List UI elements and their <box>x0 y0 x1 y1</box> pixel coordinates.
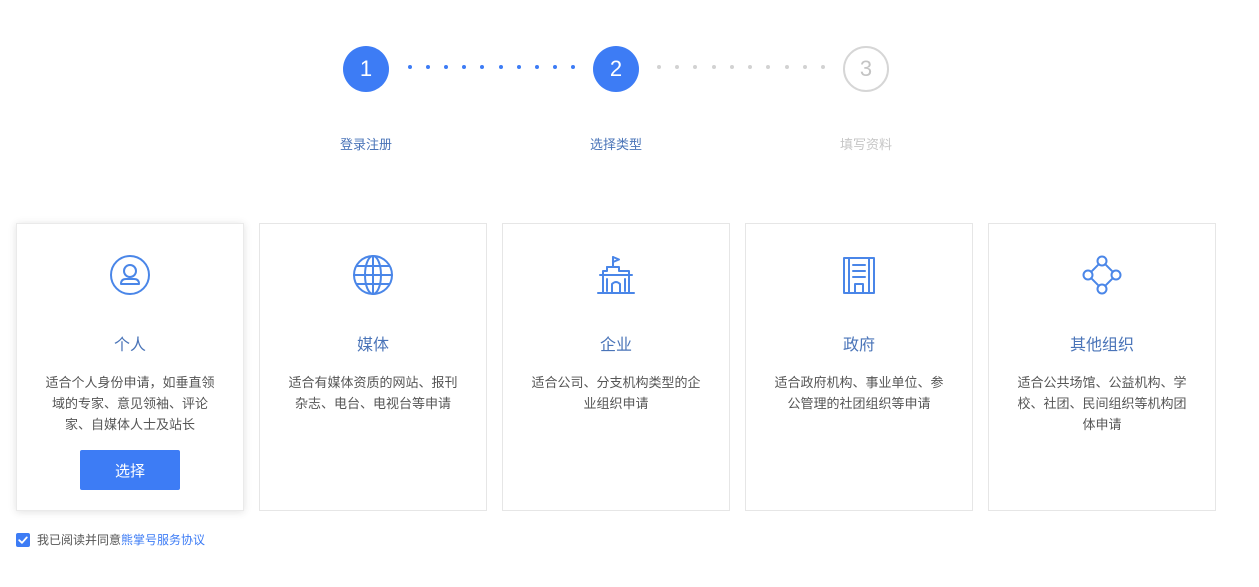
type-card-personal[interactable]: 个人 适合个人身份申请，如垂直领域的专家、意见领袖、评论家、自媒体人士及站长 选… <box>16 223 244 511</box>
step-1-label: 登录注册 <box>339 138 392 153</box>
check-icon <box>18 536 28 544</box>
agreement-row: 我已阅读并同意 熊掌号服务协议 <box>16 531 205 548</box>
service-agreement-link[interactable]: 熊掌号服务协议 <box>121 531 205 548</box>
step-2-number: 2 <box>609 56 623 81</box>
registration-page: 1 2 3 登录注册 选择类型 填写资料 个人 适合个人身份申请，如垂直领域的专… <box>0 0 1259 587</box>
step-3-circle: 3 <box>843 46 889 92</box>
card-description: 适合政府机构、事业单位、参公管理的社团组织等申请 <box>774 376 944 412</box>
globe-icon <box>351 253 395 297</box>
network-nodes-icon <box>1080 253 1124 297</box>
type-card-media[interactable]: 媒体 适合有媒体资质的网站、报刊杂志、电台、电视台等申请 <box>259 223 487 511</box>
step-1-number: 1 <box>359 56 373 81</box>
type-card-enterprise[interactable]: 企业 适合公司、分支机构类型的企业组织申请 <box>502 223 730 511</box>
step-1-circle: 1 <box>343 46 389 92</box>
card-description: 适合公司、分支机构类型的企业组织申请 <box>531 376 701 412</box>
card-title: 其他组织 <box>1069 335 1134 354</box>
building-flag-icon <box>594 253 638 297</box>
step-3-label: 填写资料 <box>839 138 892 153</box>
person-circle-icon <box>108 253 152 297</box>
agreement-checkbox[interactable] <box>16 532 30 547</box>
card-title: 个人 <box>113 335 146 354</box>
step-connector-1 <box>408 64 575 70</box>
type-card-government[interactable]: 政府 适合政府机构、事业单位、参公管理的社团组织等申请 <box>745 223 973 511</box>
card-title: 媒体 <box>356 335 389 354</box>
agreement-text: 我已阅读并同意 <box>37 533 122 547</box>
select-button[interactable]: 选择 <box>80 450 180 490</box>
type-card-other-org[interactable]: 其他组织 适合公共场馆、公益机构、学校、社团、民间组织等机构团体申请 <box>988 223 1216 511</box>
card-title: 企业 <box>599 335 632 354</box>
card-description: 适合公共场馆、公益机构、学校、社团、民间组织等机构团体申请 <box>1017 376 1187 433</box>
step-connector-2 <box>657 64 825 70</box>
step-2-circle: 2 <box>593 46 639 92</box>
card-title: 政府 <box>842 335 875 354</box>
step-2-label: 选择类型 <box>589 138 642 153</box>
card-description: 适合个人身份申请，如垂直领域的专家、意见领袖、评论家、自媒体人士及站长 <box>45 376 215 433</box>
card-description: 适合有媒体资质的网站、报刊杂志、电台、电视台等申请 <box>288 376 458 412</box>
step-3-number: 3 <box>859 56 873 81</box>
office-building-icon <box>837 253 881 297</box>
